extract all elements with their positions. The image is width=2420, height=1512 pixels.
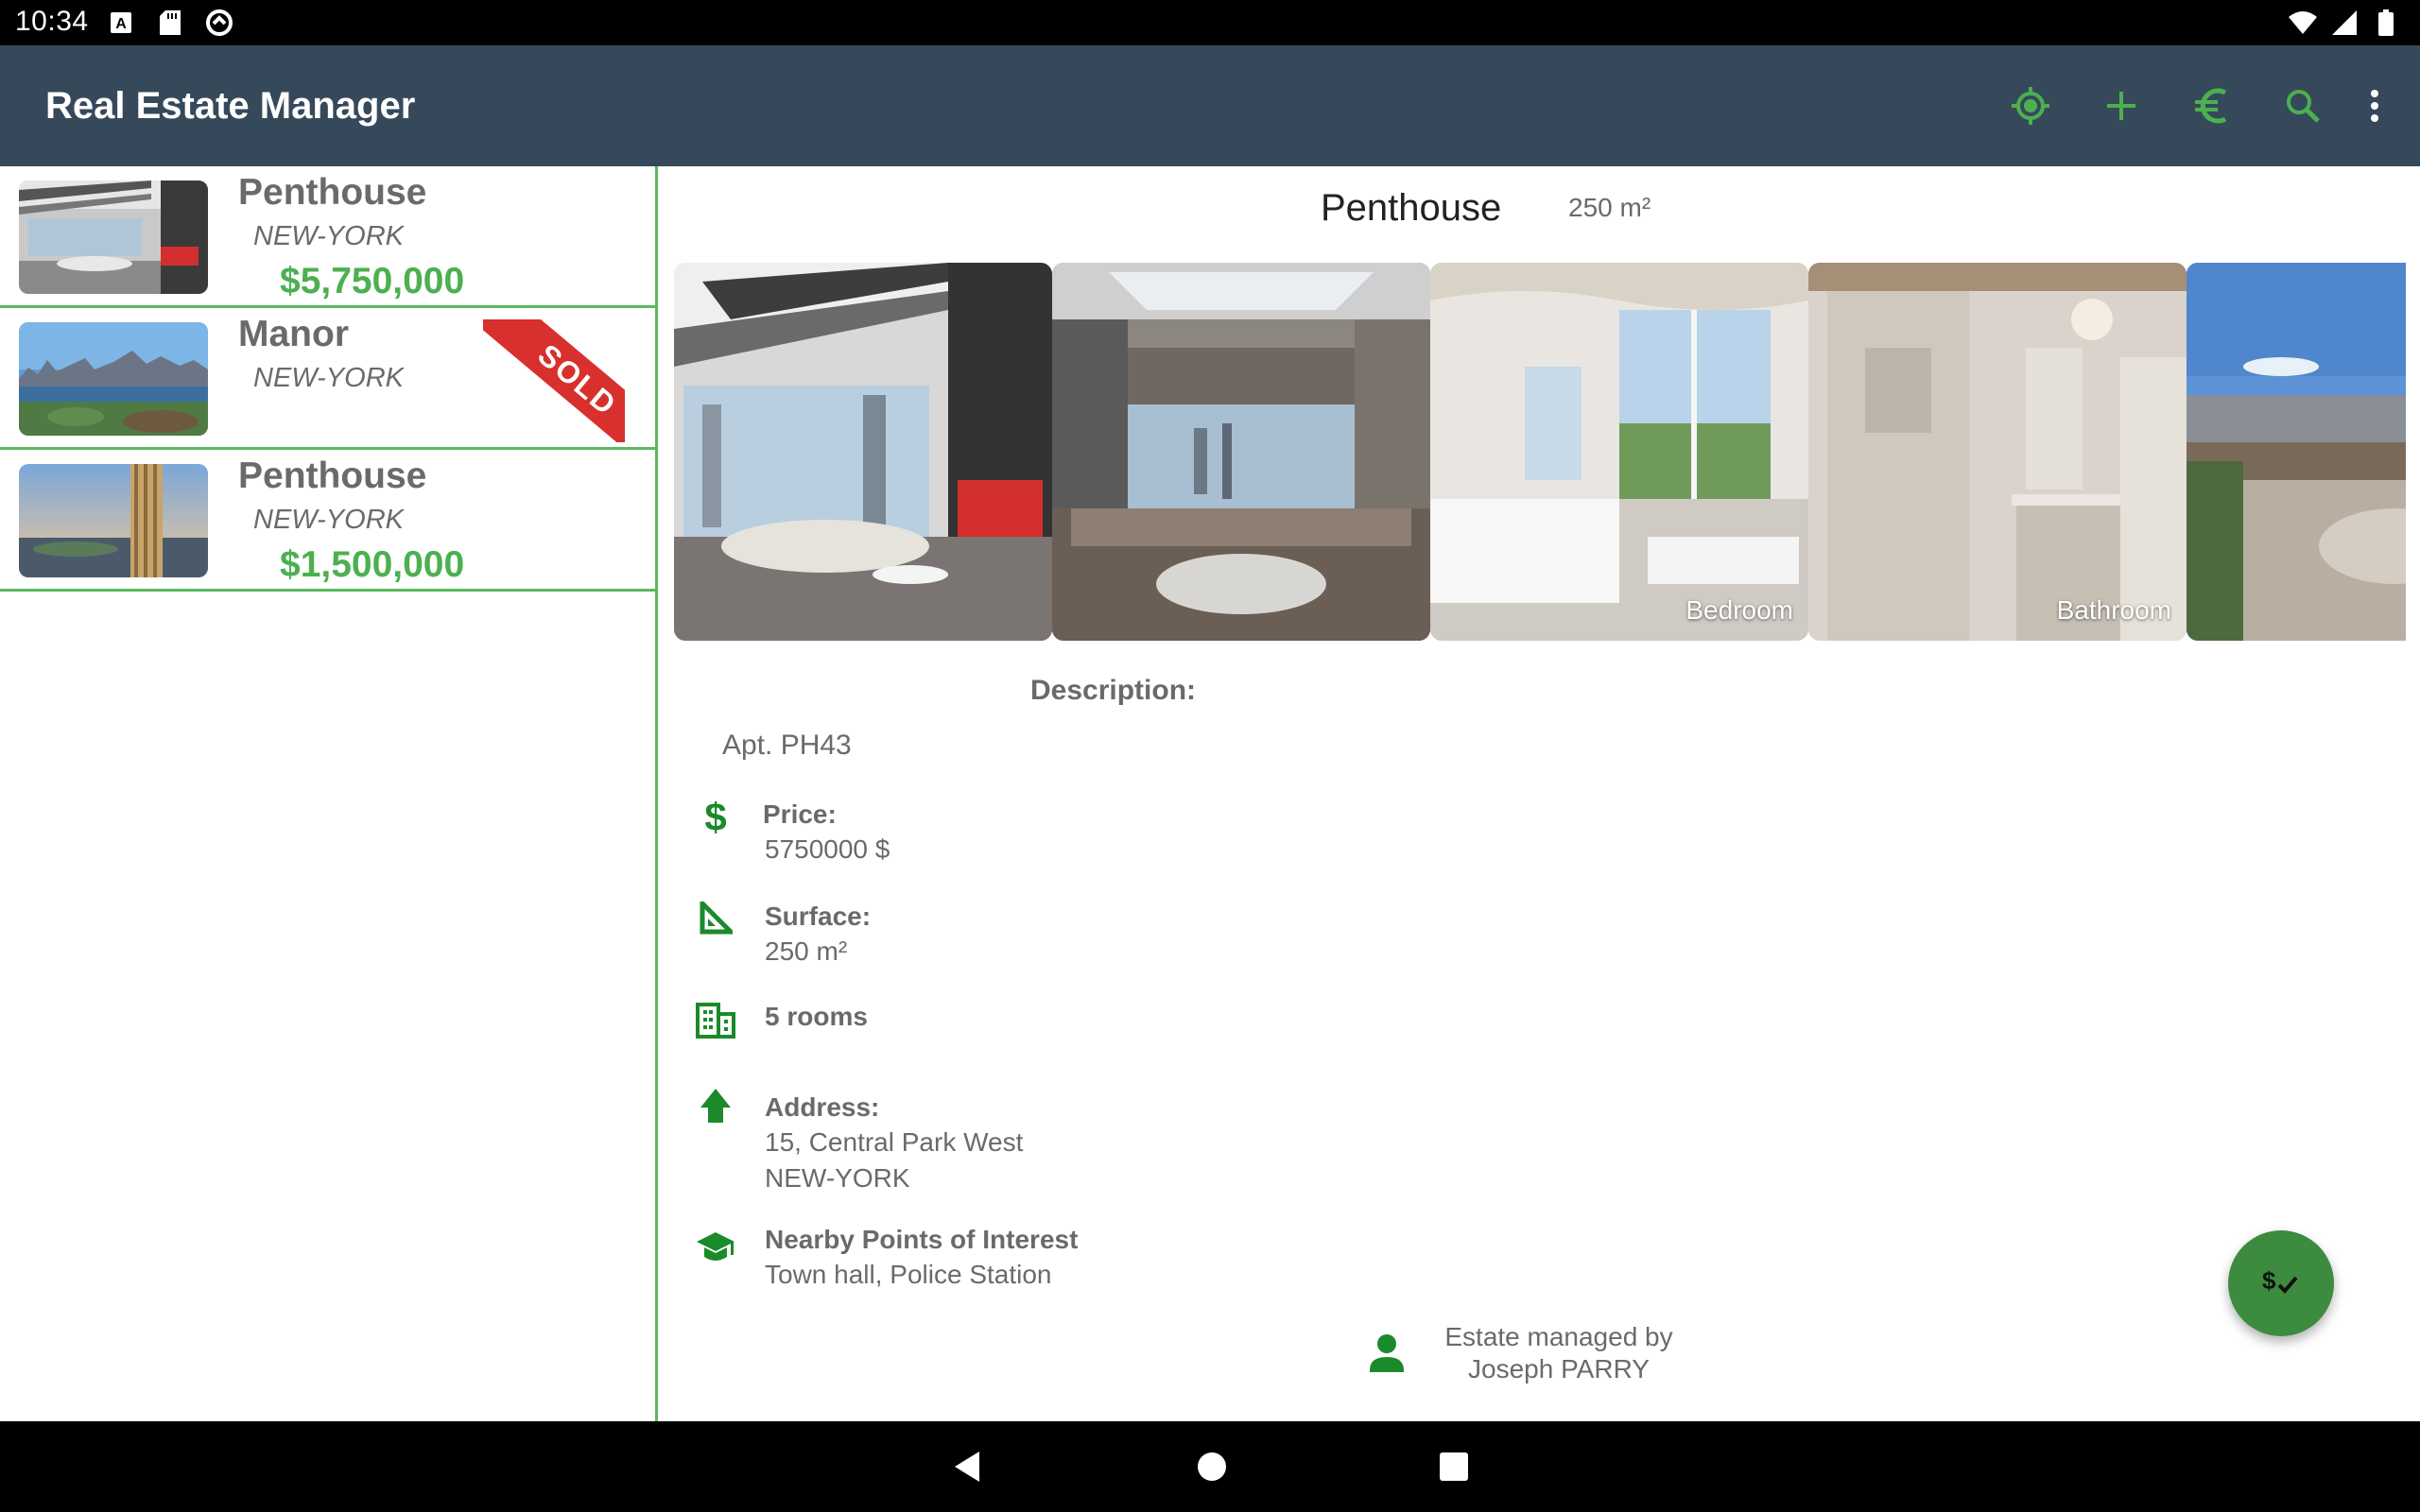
- detail-surface-header: 250 m²: [1568, 193, 1651, 222]
- photo-terrace[interactable]: [2187, 263, 2406, 641]
- photo-label: Bathroom: [2056, 595, 2171, 625]
- keyboard-a-icon: A: [106, 8, 136, 38]
- property-thumbnail: [19, 180, 208, 294]
- property-price: $1,500,000: [280, 544, 465, 585]
- manager-info: Estate managed by Joseph PARRY: [1436, 1321, 1682, 1385]
- list-item[interactable]: Penthouse NEW-YORK $5,750,000: [0, 166, 655, 308]
- screen: 10:34 A Real Estate Manager Penthouse NE…: [0, 0, 2420, 1512]
- app-bar: Real Estate Manager: [0, 45, 2420, 166]
- sold-ribbon: SOLD: [483, 319, 625, 442]
- photo-gallery[interactable]: Bedroom Bathroom: [674, 263, 2406, 641]
- description-label: Description:: [1030, 675, 1197, 706]
- photo-bedroom[interactable]: Bedroom: [1430, 263, 1808, 641]
- property-city: NEW-YORK: [253, 221, 404, 251]
- address-line-2: NEW-YORK: [765, 1163, 910, 1193]
- svg-text:$: $: [2262, 1266, 2276, 1295]
- photo-living-room-2[interactable]: [1052, 263, 1430, 641]
- property-type: Penthouse: [238, 172, 427, 213]
- property-type: Penthouse: [238, 455, 427, 496]
- dollar-check-icon: $: [2262, 1266, 2298, 1295]
- poi-label: Nearby Points of Interest: [765, 1225, 1079, 1254]
- search-icon[interactable]: [2257, 60, 2348, 151]
- address-line-1: 15, Central Park West: [765, 1127, 1024, 1157]
- battery-icon: [2371, 8, 2401, 38]
- property-thumbnail: [19, 464, 208, 577]
- app-title: Real Estate Manager: [45, 85, 416, 127]
- property-price: $5,750,000: [280, 261, 465, 301]
- recents-icon[interactable]: [1435, 1448, 1473, 1486]
- euro-icon[interactable]: [2167, 60, 2257, 151]
- photo-bathroom[interactable]: Bathroom: [1808, 263, 2187, 641]
- home-icon: [693, 1083, 738, 1128]
- manager-name: Joseph PARRY: [1468, 1354, 1650, 1383]
- property-detail: Penthouse 250 m² Bedroom Bathroom Descri…: [661, 166, 2420, 1421]
- property-type: Manor: [238, 314, 349, 354]
- property-city: NEW-YORK: [253, 505, 404, 535]
- school-icon: [693, 1225, 738, 1270]
- manager-label: Estate managed by: [1444, 1322, 1673, 1351]
- building-icon: [693, 998, 738, 1043]
- navigation-bar: [0, 1421, 2420, 1512]
- surface-label: Surface:: [765, 902, 872, 931]
- property-thumbnail: [19, 322, 208, 436]
- add-icon[interactable]: [2076, 60, 2167, 151]
- status-notification-icons: A: [106, 8, 234, 38]
- photo-label: Bedroom: [1685, 595, 1793, 625]
- dollar-icon: $: [693, 794, 738, 839]
- person-icon: [1366, 1331, 1408, 1376]
- set-square-icon: [693, 896, 738, 941]
- status-system-icons: [2288, 8, 2401, 38]
- price-label: Price:: [763, 799, 837, 829]
- status-time: 10:34: [15, 6, 89, 37]
- back-icon[interactable]: [949, 1448, 987, 1486]
- location-target-icon[interactable]: [1985, 60, 2076, 151]
- svg-text:A: A: [115, 16, 127, 32]
- photo-living-room-1[interactable]: [674, 263, 1052, 641]
- address-label: Address:: [765, 1092, 880, 1122]
- app-bar-actions: [1985, 45, 2420, 166]
- sold-label: SOLD: [483, 319, 625, 442]
- list-item[interactable]: Manor NEW-YORK SOLD: [0, 308, 655, 450]
- more-vert-icon[interactable]: [2348, 60, 2401, 151]
- detail-title: Penthouse: [1321, 187, 1502, 229]
- list-item[interactable]: Penthouse NEW-YORK $1,500,000: [0, 450, 655, 592]
- property-list: Penthouse NEW-YORK $5,750,000 Manor NEW-…: [0, 166, 658, 1421]
- price-value: 5750000 $: [765, 834, 890, 864]
- poi-value: Town hall, Police Station: [765, 1260, 1052, 1289]
- home-icon[interactable]: [1193, 1448, 1231, 1486]
- property-city: NEW-YORK: [253, 363, 404, 393]
- sd-card-icon: [155, 8, 185, 38]
- sync-circle-icon: [204, 8, 234, 38]
- mark-sold-fab[interactable]: $: [2228, 1230, 2334, 1336]
- cell-signal-icon: [2329, 8, 2360, 38]
- surface-value: 250 m²: [765, 936, 848, 966]
- description-text: Apt. PH43: [722, 730, 852, 761]
- rooms-value: 5 rooms: [765, 1002, 868, 1031]
- wifi-icon: [2288, 8, 2318, 38]
- status-bar: 10:34 A: [0, 0, 2420, 45]
- svg-text:$: $: [704, 797, 726, 836]
